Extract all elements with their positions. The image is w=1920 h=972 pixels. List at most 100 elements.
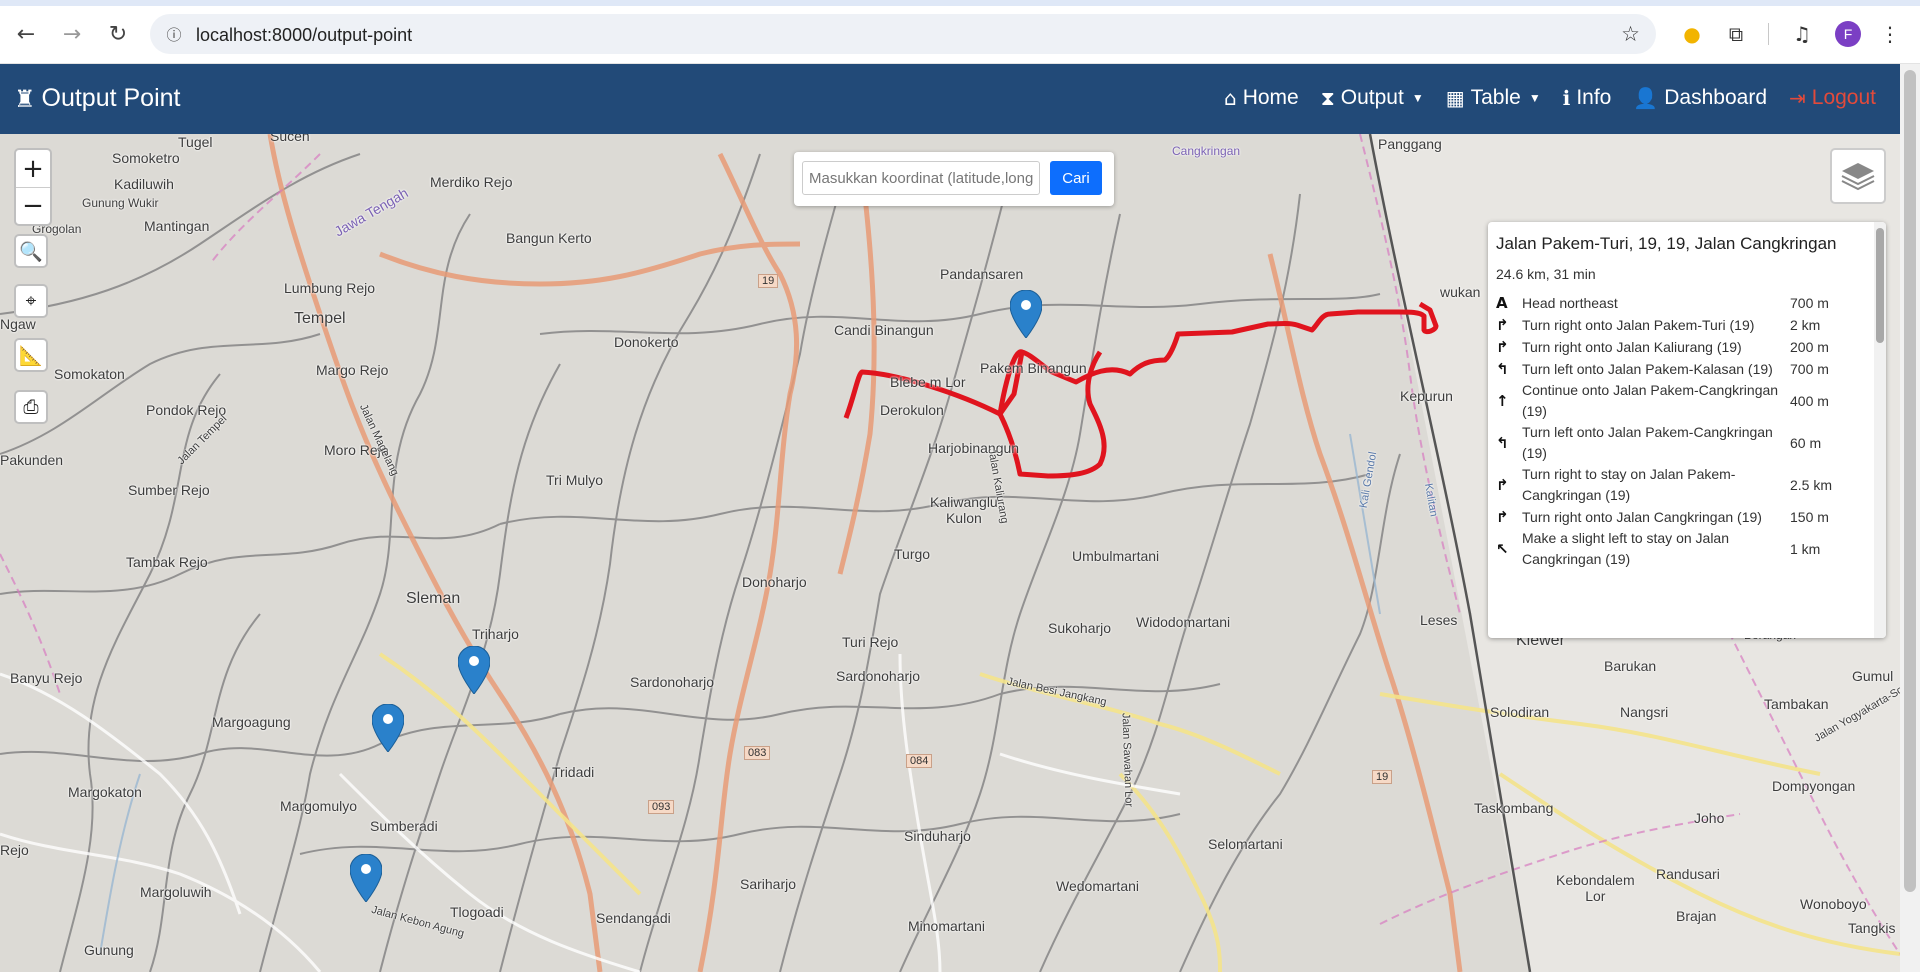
map-label: Candi Binangun bbox=[834, 322, 934, 338]
nav-info-label[interactable]: Info bbox=[1576, 86, 1611, 110]
nav-home-label[interactable]: Home bbox=[1243, 86, 1299, 110]
address-bar[interactable]: ⓘ localhost:8000/output-point ☆ bbox=[150, 14, 1656, 54]
table-icon: ▦ bbox=[1445, 86, 1465, 110]
route-step[interactable]: ↖ Make a slight left to stay on Jalan Can… bbox=[1496, 528, 1860, 570]
map-label: Tugel bbox=[178, 134, 213, 150]
app-navbar: ♜ Output Point ⌂ Home ⧗ Output ▼ ▦ Table… bbox=[0, 64, 1900, 134]
map-marker-icon[interactable] bbox=[350, 854, 382, 902]
routing-panel-scrollbar[interactable] bbox=[1874, 222, 1886, 638]
address-url[interactable]: localhost:8000/output-point bbox=[196, 25, 412, 46]
map-label: Sendangadi bbox=[596, 910, 671, 926]
map-label: Taskombang bbox=[1474, 800, 1554, 816]
map-label: Sinduharjo bbox=[904, 828, 971, 844]
map-label: Merdiko Rejo bbox=[430, 174, 513, 190]
site-info-icon[interactable]: ⓘ bbox=[164, 24, 184, 44]
map-label: Tridadi bbox=[552, 764, 595, 780]
route-step[interactable]: ↑ Continue onto Jalan Pakem-Cangkringan (… bbox=[1496, 380, 1860, 422]
map-label: Lumbung Rejo bbox=[284, 280, 376, 296]
layers-control-button[interactable] bbox=[1830, 148, 1886, 204]
map-label: Kaliwanglu Kulon bbox=[930, 494, 998, 526]
page-scrollbar-thumb[interactable] bbox=[1904, 70, 1916, 892]
back-icon[interactable]: ← bbox=[10, 18, 42, 50]
nav-table-dropdown[interactable]: ▦ Table ▼ bbox=[1446, 86, 1541, 110]
route-step[interactable]: ↱ Turn right onto Jalan Pakem-Turi (19) 2 … bbox=[1496, 314, 1860, 336]
turn-right-icon: ↱ bbox=[1496, 475, 1509, 494]
chrome-menu-icon[interactable]: ⋮ bbox=[1876, 20, 1904, 48]
road-number-badge: 19 bbox=[758, 274, 779, 288]
reload-icon[interactable]: ↻ bbox=[102, 18, 134, 50]
map-label: Solodiran bbox=[1490, 704, 1550, 720]
search-button[interactable]: Cari bbox=[1050, 161, 1102, 195]
zoom-in-button[interactable]: + bbox=[16, 150, 50, 187]
map-label: Nangsri bbox=[1620, 704, 1669, 720]
extensions-icon[interactable]: ⧉ bbox=[1722, 20, 1750, 48]
nav-logout[interactable]: ⇥ Logout bbox=[1789, 86, 1876, 110]
map-canvas[interactable]: Sucen Tugel Somoketro Kadiluwih Gunung W… bbox=[0, 134, 1900, 972]
locate-crosshair-icon: ⌖ bbox=[25, 290, 37, 312]
nav-logout-label[interactable]: Logout bbox=[1812, 86, 1876, 110]
straight-icon: ↑ bbox=[1496, 391, 1509, 410]
route-step[interactable]: ↱ Turn right onto Jalan Kaliurang (19) 200… bbox=[1496, 336, 1860, 358]
route-step-distance: 200 m bbox=[1790, 338, 1829, 355]
nav-info[interactable]: ℹ Info bbox=[1563, 86, 1612, 110]
route-step[interactable]: ↰ Turn left onto Jalan Pakem-Cangkringan … bbox=[1496, 422, 1860, 464]
caret-down-icon: ▼ bbox=[1528, 91, 1541, 105]
map-marker-icon[interactable] bbox=[1010, 290, 1042, 338]
nav-dashboard-label[interactable]: Dashboard bbox=[1664, 86, 1767, 110]
map-label: Wonoboyo bbox=[1800, 896, 1867, 912]
map-label: Kadiluwih bbox=[114, 176, 174, 192]
map-label: Wedomartani bbox=[1056, 878, 1140, 894]
route-step-text: Turn left onto Jalan Pakem-Cangkringan (… bbox=[1522, 424, 1773, 461]
notification-bell-icon[interactable]: ● bbox=[1678, 20, 1706, 48]
route-steps-list: A Head northeast 700 m ↱ Turn right onto Jal… bbox=[1496, 292, 1860, 570]
route-step[interactable]: ↰ Turn left onto Jalan Pakem-Kalasan (19)… bbox=[1496, 358, 1860, 380]
map-label: Kepurun bbox=[1400, 388, 1453, 404]
search-icon: 🔍 bbox=[19, 240, 43, 263]
map-label: Rejo bbox=[0, 842, 29, 858]
print-button[interactable]: ⎙ bbox=[14, 390, 48, 424]
map-label: Sardonoharjo bbox=[836, 668, 921, 684]
coordinate-search-input[interactable] bbox=[802, 161, 1040, 195]
map-label: Pakem Binangun bbox=[980, 360, 1087, 376]
nav-dashboard[interactable]: 👤 Dashboard bbox=[1633, 86, 1767, 110]
map-marker-icon[interactable] bbox=[458, 646, 490, 694]
map-label: Joho bbox=[1694, 810, 1725, 826]
nav-output-label[interactable]: Output bbox=[1341, 86, 1404, 110]
forward-icon[interactable]: → bbox=[56, 18, 88, 50]
logout-icon: ⇥ bbox=[1789, 86, 1806, 110]
routing-panel-scrollbar-thumb[interactable] bbox=[1876, 228, 1884, 343]
nav-table-label[interactable]: Table bbox=[1471, 86, 1521, 110]
nav-home[interactable]: ⌂ Home bbox=[1224, 86, 1299, 110]
toolbar-divider bbox=[1768, 23, 1769, 45]
map-label: Gunung bbox=[84, 942, 134, 958]
route-step[interactable]: ↱ Turn right to stay on Jalan Pakem-Cangk… bbox=[1496, 464, 1860, 506]
media-control-icon[interactable]: ♫ bbox=[1788, 20, 1816, 48]
nav-output-dropdown[interactable]: ⧗ Output ▼ bbox=[1321, 86, 1424, 110]
map-label: Margo Rejo bbox=[316, 362, 389, 378]
map-label: Somoketro bbox=[112, 150, 180, 166]
road-number-badge: 093 bbox=[648, 800, 675, 814]
map-label: Sumber Rejo bbox=[128, 482, 210, 498]
brand-title[interactable]: Output Point bbox=[42, 84, 181, 113]
locate-button[interactable]: ⌖ bbox=[14, 284, 48, 318]
zoom-out-button[interactable]: − bbox=[16, 187, 50, 224]
map-label: Gumul bbox=[1852, 668, 1894, 684]
map-label: Mantingan bbox=[144, 218, 210, 234]
map-marker-icon[interactable] bbox=[372, 704, 404, 752]
map-label: Brajan bbox=[1676, 908, 1717, 924]
page-scrollbar[interactable] bbox=[1900, 64, 1920, 972]
search-control-button[interactable]: 🔍 bbox=[14, 234, 48, 268]
brand-icon: ♜ bbox=[14, 84, 36, 113]
profile-avatar[interactable]: F bbox=[1835, 21, 1861, 47]
map-label: Banyu Rejo bbox=[10, 670, 83, 686]
map-label: Donokerto bbox=[614, 334, 679, 350]
route-step[interactable]: A Head northeast 700 m bbox=[1496, 292, 1860, 314]
measure-button[interactable]: 📐 bbox=[14, 338, 48, 372]
map-label: Sukoharjo bbox=[1048, 620, 1112, 636]
turn-right-icon: ↱ bbox=[1496, 507, 1509, 526]
bookmark-star-icon[interactable]: ☆ bbox=[1621, 22, 1640, 46]
navbar-brand[interactable]: ♜ Output Point bbox=[14, 84, 181, 113]
turn-left-icon: ↰ bbox=[1496, 359, 1509, 378]
map-label: Tlogoadi bbox=[450, 904, 504, 920]
route-step[interactable]: ↱ Turn right onto Jalan Cangkringan (19) 1… bbox=[1496, 506, 1860, 528]
